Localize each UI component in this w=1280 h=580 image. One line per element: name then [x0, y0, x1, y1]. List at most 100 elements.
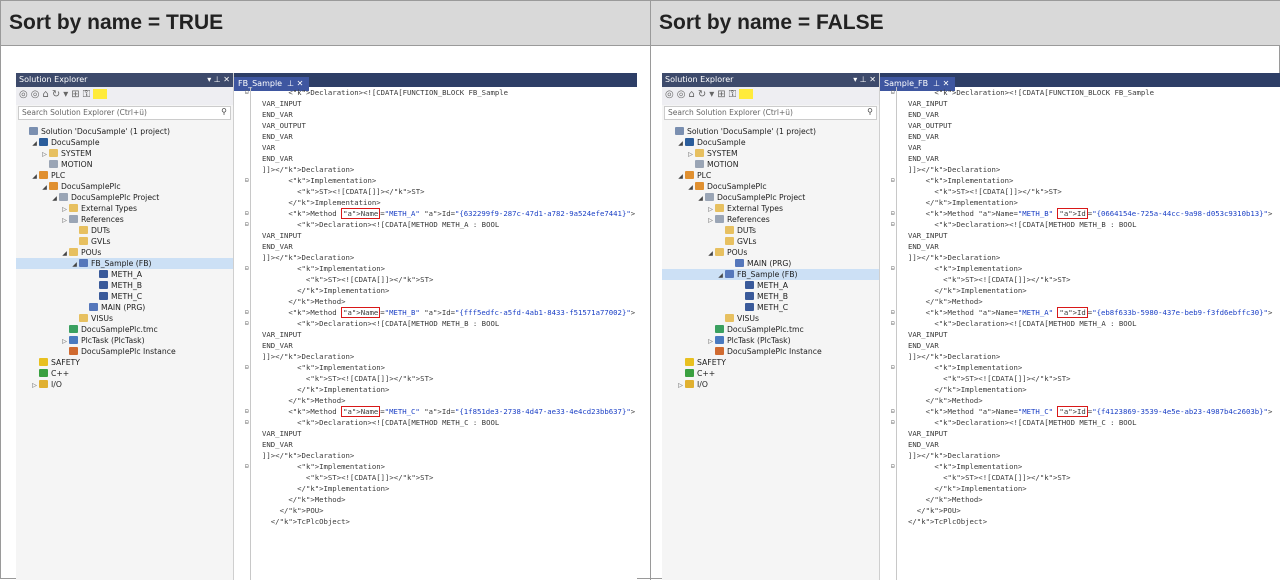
code-text: <"k">Implementation> [262, 176, 377, 185]
fold-toggle-icon[interactable]: ⊟ [891, 208, 895, 219]
tree-item[interactable]: ▷ I/O [662, 379, 879, 390]
tree-item[interactable]: ◢ DocuSamplePlc [16, 181, 233, 192]
fold-toggle-icon[interactable]: ⊟ [245, 406, 249, 417]
properties-icon[interactable]: ⚿ [729, 89, 740, 100]
tree-item[interactable]: DocuSamplePlc.tmc [16, 324, 233, 335]
tree-item[interactable]: DUTs [16, 225, 233, 236]
pane-controls-icon[interactable]: ▾ ⊥ ✕ [207, 75, 230, 84]
preview-icon[interactable] [739, 89, 754, 99]
tree-item[interactable]: ▷ External Types [662, 203, 879, 214]
tree-item[interactable]: ◢ FB_Sample (FB) [662, 269, 879, 280]
expand-arrow-icon[interactable]: ▷ [676, 380, 685, 391]
tree-item[interactable]: ◢ POUs [16, 247, 233, 258]
fold-toggle-icon[interactable]: ⊟ [891, 175, 895, 186]
fold-toggle-icon[interactable]: ⊟ [891, 362, 895, 373]
tree-item[interactable]: C++ [16, 368, 233, 379]
tree-item[interactable]: METH_C [16, 291, 233, 302]
back-icon[interactable]: ◎ [665, 89, 677, 100]
tree-item[interactable]: ◢ FB_Sample (FB) [16, 258, 233, 269]
fold-toggle-icon[interactable]: ⊟ [891, 219, 895, 230]
fold-toggle-icon[interactable]: ⊟ [891, 318, 895, 329]
properties-icon[interactable]: ⚿ [83, 89, 94, 100]
fold-toggle-icon[interactable]: ⊟ [891, 461, 895, 472]
tree-item[interactable]: ▷ References [16, 214, 233, 225]
tree-item[interactable]: METH_B [662, 291, 879, 302]
tree-item[interactable]: MOTION [16, 159, 233, 170]
code-line: </"k">Implementation> [262, 197, 637, 208]
tree-item[interactable]: METH_A [16, 269, 233, 280]
tree-item[interactable]: ▷ I/O [16, 379, 233, 390]
fold-toggle-icon[interactable]: ⊟ [245, 318, 249, 329]
forward-icon[interactable]: ◎ [31, 89, 43, 100]
forward-icon[interactable]: ◎ [677, 89, 689, 100]
tree-item[interactable]: SAFETY [16, 357, 233, 368]
tree-item[interactable]: DocuSamplePlc Instance [16, 346, 233, 357]
tree-item-label: POUs [81, 248, 102, 257]
home-icon[interactable]: ⌂ [688, 89, 697, 100]
tree-item[interactable]: ◢ DocuSample [16, 137, 233, 148]
pane-controls-icon[interactable]: ▾ ⊥ ✕ [853, 75, 876, 84]
tree-item[interactable]: ◢ DocuSamplePlc Project [16, 192, 233, 203]
fold-toggle-icon[interactable]: ⊟ [245, 263, 249, 274]
tree-item[interactable]: ▷ References [662, 214, 879, 225]
tree-item[interactable]: ▷ PlcTask (PlcTask) [662, 335, 879, 346]
fold-toggle-icon[interactable]: ⊟ [891, 87, 895, 98]
tree-item[interactable]: METH_B [16, 280, 233, 291]
tree-item[interactable]: ▷ SYSTEM [662, 148, 879, 159]
tree-item[interactable]: ▷ SYSTEM [16, 148, 233, 159]
fold-toggle-icon[interactable]: ⊟ [245, 362, 249, 373]
solution-explorer-search[interactable]: Search Solution Explorer (Ctrl+ü) ⚲ [664, 106, 877, 120]
tree-item[interactable]: Solution 'DocuSample' (1 project) [662, 126, 879, 137]
tree-item[interactable]: ◢ DocuSample [662, 137, 879, 148]
folder-open-icon [69, 248, 78, 256]
tree-item[interactable]: ◢ PLC [16, 170, 233, 181]
home-icon[interactable]: ⌂ [42, 89, 51, 100]
tree-item[interactable]: VISUs [16, 313, 233, 324]
tree-item[interactable]: METH_C [662, 302, 879, 313]
tree-item[interactable]: DocuSamplePlc.tmc [662, 324, 879, 335]
fold-toggle-icon[interactable]: ⊟ [245, 208, 249, 219]
fold-toggle-icon[interactable]: ⊟ [245, 461, 249, 472]
tree-item[interactable]: VISUs [662, 313, 879, 324]
search-icon[interactable]: ⚲ [867, 107, 873, 116]
tree-item[interactable]: DocuSamplePlc Instance [662, 346, 879, 357]
tree-item[interactable]: Solution 'DocuSample' (1 project) [16, 126, 233, 137]
sync-icon[interactable]: ↻ [52, 89, 63, 100]
tree-item[interactable]: DUTs [662, 225, 879, 236]
tree-item[interactable]: ▷ External Types [16, 203, 233, 214]
tree-item[interactable]: MAIN (PRG) [662, 258, 879, 269]
fold-toggle-icon[interactable]: ⊟ [245, 219, 249, 230]
tree-item[interactable]: ◢ POUs [662, 247, 879, 258]
editor-body[interactable]: ⊟ <"k">Declaration><![CDATA[FUNCTION_BLO… [234, 87, 637, 580]
fold-toggle-icon[interactable]: ⊟ [245, 87, 249, 98]
tree-item[interactable]: GVLs [16, 236, 233, 247]
fold-toggle-icon[interactable]: ⊟ [891, 263, 895, 274]
fold-toggle-icon[interactable]: ⊟ [891, 406, 895, 417]
tree-item[interactable]: ◢ PLC [662, 170, 879, 181]
preview-icon[interactable] [93, 89, 108, 99]
show-all-icon[interactable]: ⊞ [71, 89, 82, 100]
tree-item[interactable]: METH_A [662, 280, 879, 291]
fold-toggle-icon[interactable]: ⊟ [245, 175, 249, 186]
tmc-icon [69, 325, 78, 333]
back-icon[interactable]: ◎ [19, 89, 31, 100]
editor-body[interactable]: ⊟ <"k">Declaration><![CDATA[FUNCTION_BLO… [880, 87, 1280, 580]
search-icon[interactable]: ⚲ [221, 107, 227, 116]
tree-item[interactable]: MOTION [662, 159, 879, 170]
tree-item[interactable]: SAFETY [662, 357, 879, 368]
fold-toggle-icon[interactable]: ⊟ [891, 307, 895, 318]
expand-arrow-icon[interactable]: ▷ [30, 380, 39, 391]
sync-icon[interactable]: ↻ [698, 89, 709, 100]
tree-item[interactable]: ◢ DocuSamplePlc [662, 181, 879, 192]
solution-explorer-search[interactable]: Search Solution Explorer (Ctrl+ü) ⚲ [18, 106, 231, 120]
fold-toggle-icon[interactable]: ⊟ [891, 417, 895, 428]
tree-item-label: VISUs [737, 314, 760, 323]
fold-toggle-icon[interactable]: ⊟ [245, 417, 249, 428]
tree-item[interactable]: ◢ DocuSamplePlc Project [662, 192, 879, 203]
show-all-icon[interactable]: ⊞ [717, 89, 728, 100]
tree-item[interactable]: ▷ PlcTask (PlcTask) [16, 335, 233, 346]
tree-item[interactable]: MAIN (PRG) [16, 302, 233, 313]
tree-item[interactable]: GVLs [662, 236, 879, 247]
tree-item[interactable]: C++ [662, 368, 879, 379]
fold-toggle-icon[interactable]: ⊟ [245, 307, 249, 318]
